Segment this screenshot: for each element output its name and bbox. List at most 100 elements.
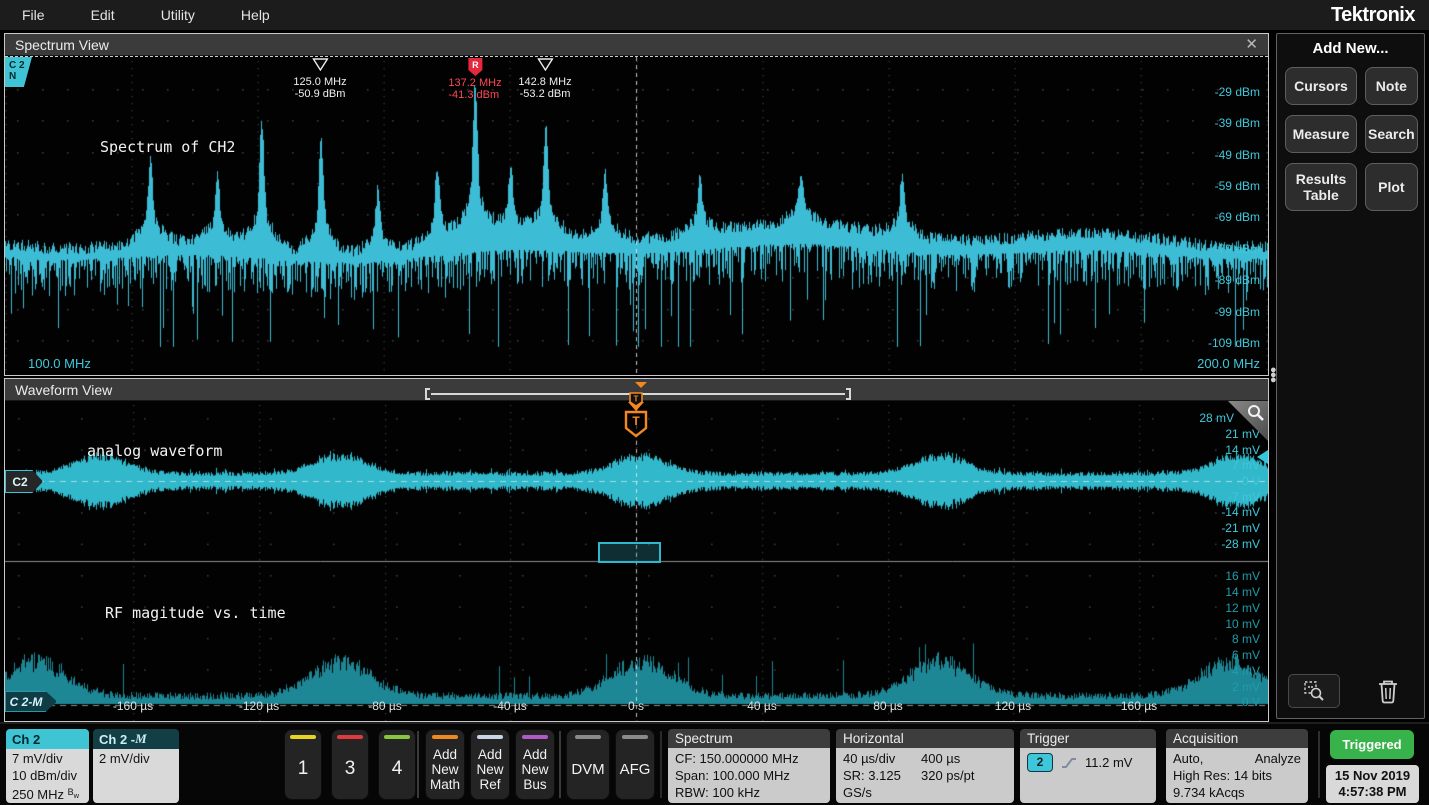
- spectrum-plot[interactable]: C 2 N Spectrum of CH2 125.0 MHz -50.9 dB…: [5, 56, 1268, 375]
- spectrum-y-label: -39 dBm: [1215, 116, 1260, 130]
- spectrum-y-label: -79 dBm: [1215, 242, 1260, 256]
- add-new-bus-label: Add New Bus: [516, 739, 554, 799]
- time-label: 0 s: [628, 699, 644, 713]
- results-table-button[interactable]: Results Table: [1285, 163, 1357, 211]
- ch2-bandwidth: 250 MHz Bw: [12, 784, 83, 803]
- trigger-level-arrow-icon[interactable]: [1257, 450, 1268, 464]
- trigger-level-value: 11.2 mV: [1085, 754, 1132, 771]
- dvm-label: DVM: [571, 739, 604, 799]
- close-icon[interactable]: ✕: [1245, 35, 1258, 53]
- zoom-mode-button[interactable]: [1288, 674, 1340, 708]
- waveform-view-titlebar[interactable]: Waveform View T: [5, 379, 1268, 401]
- time-label: -160 µs: [113, 699, 153, 713]
- menu-edit[interactable]: Edit: [91, 7, 115, 23]
- analog-y-label: -14 mV: [1221, 505, 1260, 519]
- ch2-spectrum-scale: 10 dBm/div: [12, 768, 83, 785]
- menu-bar: File Edit Utility Help: [0, 0, 1429, 30]
- plot-button[interactable]: Plot: [1365, 163, 1418, 211]
- menu-help[interactable]: Help: [241, 7, 270, 23]
- rf-trace-label: RF magitude vs. time: [105, 604, 286, 622]
- channel-2-card[interactable]: Ch 2 7 mV/div 10 dBm/div 250 MHz Bw: [6, 729, 89, 803]
- trigger-flag-icon[interactable]: T: [624, 410, 648, 438]
- spectrum-view-titlebar[interactable]: Spectrum View ✕: [5, 34, 1268, 56]
- rf-y-label: 2 mV: [1232, 680, 1260, 694]
- channel-1-button[interactable]: 1: [284, 729, 322, 800]
- channel-2-badge-label: C2: [12, 475, 27, 489]
- marker-b[interactable]: 142.8 MHz -53.2 dBm: [518, 58, 571, 100]
- trigger-letter: T: [632, 414, 640, 428]
- spectrum-time-indicator[interactable]: [598, 542, 661, 563]
- marker-r-level: -41.3 dBm: [448, 89, 501, 101]
- add-new-bus-button[interactable]: Add New Bus: [515, 729, 555, 800]
- note-button[interactable]: Note: [1365, 67, 1418, 105]
- expansion-point-icon[interactable]: [635, 382, 647, 388]
- ch2m-scale: 2 mV/div: [99, 751, 173, 768]
- datetime-display: 15 Nov 2019 4:57:38 PM: [1326, 765, 1419, 803]
- channel-2-math-card[interactable]: Ch 2 - M 2 mV/div: [93, 729, 179, 803]
- svg-text:T: T: [634, 395, 639, 404]
- trigger-card-title: Trigger: [1020, 729, 1156, 748]
- search-button[interactable]: Search: [1365, 115, 1418, 153]
- dvm-button[interactable]: DVM: [566, 729, 610, 800]
- expansion-point-t-icon[interactable]: T: [629, 392, 643, 407]
- svg-text:R: R: [472, 60, 479, 70]
- analog-y-label: 14 mV: [1225, 443, 1260, 457]
- rf-y-label: 10 mV: [1225, 617, 1260, 631]
- add-new-header: Add New...: [1277, 40, 1424, 57]
- waveform-plot[interactable]: T analog waveform RF magitude vs. time C…: [5, 401, 1268, 721]
- spectrum-badge-ch: C 2: [9, 60, 32, 71]
- channel-2-math-card-title: Ch 2 - M: [93, 729, 179, 749]
- divider: [417, 731, 419, 798]
- scrollbar-left-bracket: [425, 388, 430, 400]
- analog-trace-label: analog waveform: [87, 442, 222, 460]
- trigger-status-badge[interactable]: Triggered: [1330, 730, 1414, 759]
- add-new-math-button[interactable]: Add New Math: [425, 729, 465, 800]
- oscilloscope-screen: File Edit Utility Help Tektronix Spectru…: [0, 0, 1429, 805]
- time-label: 40 µs: [747, 699, 777, 713]
- trigger-settings-card[interactable]: Trigger 2 11.2 mV: [1020, 729, 1156, 803]
- spectrum-y-label: -109 dBm: [1208, 336, 1260, 350]
- measure-button[interactable]: Measure: [1285, 115, 1357, 153]
- acq-analyze: Analyze: [1255, 750, 1301, 767]
- sample-period: 320 ps/pt: [921, 767, 1007, 801]
- acquisition-settings-card[interactable]: Acquisition Auto,Analyze High Res: 14 bi…: [1166, 729, 1308, 803]
- cursors-button[interactable]: Cursors: [1285, 67, 1357, 105]
- analog-y-label: 21 mV: [1225, 427, 1260, 441]
- afg-label: AFG: [620, 739, 651, 799]
- time-label: 80 µs: [873, 699, 903, 713]
- menu-utility[interactable]: Utility: [161, 7, 195, 23]
- rf-y-label: 14 mV: [1225, 585, 1260, 599]
- spectrum-view-title: Spectrum View: [15, 37, 109, 53]
- spectrum-settings-card[interactable]: Spectrum CF: 150.000000 MHz Span: 100.00…: [668, 729, 830, 803]
- time-label: -80 µs: [368, 699, 402, 713]
- channel-2-card-title: Ch 2: [6, 729, 89, 749]
- horizontal-settings-card[interactable]: Horizontal 40 µs/div400 µs SR: 3.125 GS/…: [836, 729, 1014, 803]
- timebase: 40 µs/div: [843, 750, 921, 767]
- sample-rate: SR: 3.125 GS/s: [843, 767, 921, 801]
- panel-resize-handle[interactable]: ●●●: [1270, 368, 1276, 383]
- divider: [1318, 731, 1320, 798]
- channel-3-label: 3: [345, 739, 356, 799]
- menu-file[interactable]: File: [22, 7, 45, 23]
- rf-y-label: 0 V: [1242, 695, 1260, 709]
- channel-3-button[interactable]: 3: [331, 729, 369, 800]
- spectrum-y-label: -59 dBm: [1215, 179, 1260, 193]
- analog-y-label: 0 V: [1242, 474, 1260, 488]
- marker-a[interactable]: 125.0 MHz -50.9 dBm: [293, 58, 346, 100]
- afg-button[interactable]: AFG: [615, 729, 655, 800]
- rf-y-label: 8 mV: [1232, 632, 1260, 646]
- time-value: 4:57:38 PM: [1339, 784, 1407, 800]
- marker-reference[interactable]: R 137.2 MHz -41.3 dBm: [448, 57, 501, 101]
- channel-4-button[interactable]: 4: [378, 729, 416, 800]
- trigger-source-badge: 2: [1027, 753, 1053, 772]
- rising-edge-icon: [1060, 756, 1078, 770]
- delete-button[interactable]: [1363, 675, 1413, 707]
- time-label: 120 µs: [995, 699, 1031, 713]
- magnifier-icon: [1246, 403, 1266, 423]
- marker-b-level: -53.2 dBm: [518, 88, 571, 100]
- rf-y-label: 4 mV: [1232, 664, 1260, 678]
- add-new-ref-label: Add New Ref: [471, 739, 509, 799]
- add-new-ref-button[interactable]: Add New Ref: [470, 729, 510, 800]
- spectrum-trace-label: Spectrum of CH2: [100, 138, 235, 156]
- spectrum-y-label: -69 dBm: [1215, 210, 1260, 224]
